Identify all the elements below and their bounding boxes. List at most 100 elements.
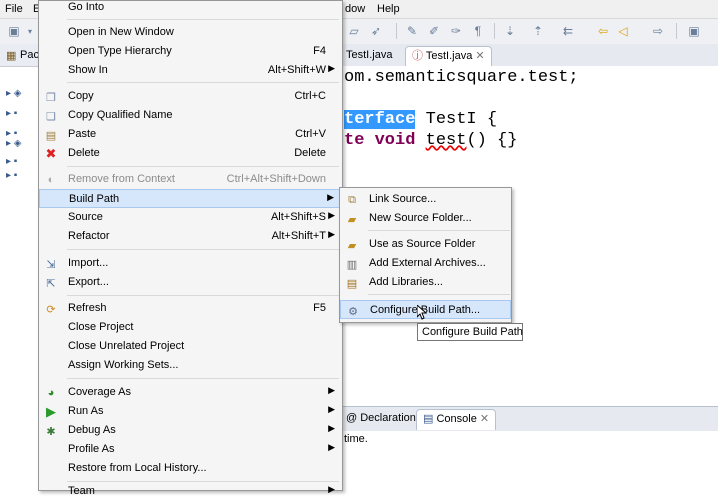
paste-icon: ▤ [45,129,57,142]
pin-icon[interactable]: ✎ [404,23,420,39]
coverage-icon: ◕ [47,387,55,399]
chevron-right-icon: ▶ [328,423,335,433]
mouse-cursor-icon [417,305,427,320]
code-line-method: te void test() {} [344,131,518,150]
tree-node[interactable]: ▸ ▪ [6,156,36,170]
menu-item-profile-as[interactable]: Profile As ▶ [39,440,342,459]
menu-item-build-path[interactable]: Build Path ▶ [39,189,342,208]
chevron-right-icon: ▶ [328,484,335,494]
menu-item-use-as-source-folder[interactable]: ▰ Use as Source Folder [340,235,511,254]
dropdown-arrow-icon[interactable]: ▾ [22,23,38,39]
menu-item-refactor[interactable]: Refactor Alt+Shift+T ▶ [39,227,342,246]
menu-item-source[interactable]: Source Alt+Shift+S ▶ [39,208,342,227]
chevron-right-icon: ▶ [328,210,335,220]
bottom-tab-bar: @ Declaration ▤ Console ✕ [340,406,718,432]
tooltip: Configure Build Path [417,323,523,341]
project-node[interactable]: ▸ ◈ [6,88,36,102]
code-line-package: om.semanticsquare.test; [344,68,579,87]
chevron-right-icon: ▶ [328,442,335,452]
menu-item-add-libraries[interactable]: ▤ Add Libraries... [340,273,511,292]
build-path-submenu: ⧉ Link Source... ▰ New Source Folder... ▰ U… [339,187,512,323]
rocket-icon[interactable]: ➶ [368,23,384,39]
editor-tab[interactable]: TestI.java [340,46,398,66]
menu-item-go-into[interactable]: Go Into [39,0,342,17]
debug-icon: ✱ [46,425,56,438]
jar-icon: ▥ [346,258,358,271]
close-icon[interactable]: ✕ [480,413,489,425]
annotation-icon[interactable]: ✑ [448,23,464,39]
menu-item-import[interactable]: ⇲ Import... [39,254,342,273]
menu-item-open-type-hierarchy[interactable]: Open Type Hierarchy F4 [39,42,342,61]
menu-item-restore-local-history[interactable]: Restore from Local History... [39,459,342,478]
tab-declaration[interactable]: @ Declaration [340,409,422,429]
menu-item-add-external-archives[interactable]: ▥ Add External Archives... [340,254,511,273]
next-annotation-icon[interactable]: ⇣ [502,23,518,39]
editor-tab-bar: TestI.java ⓙ TestI.java ✕ [340,44,718,67]
remove-context-icon: ◐ [47,174,55,186]
package-icon: ▦ [6,50,17,62]
last-edit-icon[interactable]: ⇇ [560,23,576,39]
console-body: time. [340,431,718,491]
menu-file[interactable]: File [5,3,23,15]
chevron-right-icon: ▶ [328,404,335,414]
java-file-icon: ⓙ [412,50,423,62]
forward-icon[interactable]: ⇨ [650,23,666,39]
tab-console[interactable]: ▤ Console ✕ [416,409,497,430]
menu-help[interactable]: Help [377,3,400,15]
chevron-right-icon: ▶ [328,229,335,239]
configure-build-path-icon: ⚙ [348,305,358,318]
refresh-icon: ⟳ [46,303,56,316]
menu-item-assign-working-sets[interactable]: Assign Working Sets... [39,356,342,375]
menu-item-coverage-as[interactable]: ◕ Coverage As ▶ [39,383,342,402]
new-icon[interactable]: ▣ [6,23,22,39]
toggle-icon[interactable]: ¶ [470,23,486,39]
menu-item-refresh[interactable]: ⟳ Refresh F5 [39,299,342,318]
link-source-icon: ⧉ [348,193,356,206]
console-icon: ▤ [423,413,434,425]
prev-annotation-icon[interactable]: ⇡ [530,23,546,39]
menu-item-close-project[interactable]: Close Project [39,318,342,337]
import-icon: ⇲ [46,258,56,271]
tree-node[interactable]: ▸ ▪ [6,108,36,122]
perspective-icon[interactable]: ▣ [686,23,702,39]
tree-node[interactable]: ▸ ▪ [6,170,36,184]
menu-item-delete[interactable]: ✖ Delete Delete [39,144,342,163]
copy-icon: ❐ [46,91,56,104]
context-menu: Go Into Open in New Window Open Type Hie… [38,0,343,497]
menu-window[interactable]: dow [345,3,365,15]
menu-item-show-in[interactable]: Show In Alt+Shift+W ▶ [39,61,342,80]
library-icon: ▤ [346,277,358,290]
delete-icon: ✖ [45,146,57,161]
code-line-interface: terface TestI { [344,110,498,129]
chevron-right-icon: ▶ [328,385,335,395]
open-folder-icon[interactable]: ▱ [346,23,362,39]
declaration-icon: @ [346,412,358,424]
run-icon: ▶ [46,404,56,419]
editor-tab-active[interactable]: ⓙ TestI.java ✕ [405,46,492,67]
chevron-right-icon: ▶ [327,192,334,202]
menu-item-new-source-folder[interactable]: ▰ New Source Folder... [340,209,511,228]
menu-item-link-source[interactable]: ⧉ Link Source... [340,190,511,209]
menu-item-copy[interactable]: ❐ Copy Ctrl+C [39,87,342,106]
back-arrow-icon[interactable]: ◁ [615,23,631,39]
chevron-right-icon: ▶ [328,63,335,73]
close-icon[interactable]: ✕ [475,50,484,62]
menu-item-run-as[interactable]: ▶ Run As ▶ [39,402,342,421]
new-source-folder-icon: ▰ [347,213,357,226]
source-folder-icon: ▰ [347,239,357,252]
menu-item-export[interactable]: ⇱ Export... [39,273,342,292]
menu-item-copy-qualified-name[interactable]: ❏ Copy Qualified Name [39,106,342,125]
back-icon[interactable]: ⇦ [595,23,611,39]
menu-item-open-new-window[interactable]: Open in New Window [39,23,342,42]
menu-item-paste[interactable]: ▤ Paste Ctrl+V [39,125,342,144]
package-explorer-tab[interactable]: ▦ Pac [0,44,40,67]
copy-qualified-icon: ❏ [46,110,56,123]
menu-item-remove-from-context: ◐ Remove from Context Ctrl+Alt+Shift+Down [39,170,342,189]
export-icon: ⇱ [46,277,56,290]
menu-item-team[interactable]: Team ▶ [39,482,342,501]
menu-item-close-unrelated-project[interactable]: Close Unrelated Project [39,337,342,356]
menu-item-debug-as[interactable]: ✱ Debug As ▶ [39,421,342,440]
project-node[interactable]: ▸ ◈ [6,138,36,152]
package-explorer: ▦ Pac ▸ ◈ ▸ ▪ ▸ ▪ ▸ ◈ ▸ ▪ ▸ ▪ [0,44,41,491]
annotation-icon[interactable]: ✐ [426,23,442,39]
